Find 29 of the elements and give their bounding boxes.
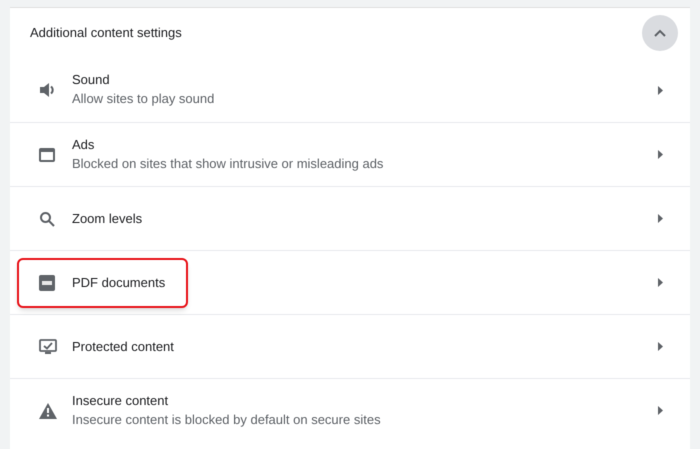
arrow-icon (658, 278, 663, 287)
settings-row[interactable]: Zoom levels (10, 186, 690, 250)
row-subtitle: Insecure content is blocked by default on secure sites (72, 410, 381, 429)
settings-row[interactable]: Sound Allow sites to play sound (10, 58, 690, 122)
row-title: Sound (72, 71, 111, 89)
monitor-check-icon (39, 338, 57, 354)
row-title: PDF documents (72, 274, 166, 292)
row-subtitle: Blocked on sites that show intrusive or misleading ads (72, 154, 384, 173)
row-subtitle: Allow sites to play sound (72, 90, 214, 108)
arrow-icon (658, 406, 663, 415)
arrow-icon (658, 150, 663, 159)
row-title: Ads (72, 136, 96, 154)
collapse-button[interactable] (642, 15, 678, 51)
document-icon (39, 274, 55, 290)
search-icon (39, 210, 55, 226)
chevron-up-icon (654, 29, 666, 37)
settings-row[interactable]: Insecure content Insecure content is blocked by default on secure sites (10, 378, 690, 442)
settings-row[interactable]: Ads Blocked on sites that show intrusive or misleading ads (10, 122, 690, 186)
arrow-icon (658, 214, 663, 223)
section-title: Additional content settings (30, 24, 182, 42)
settings-row[interactable]: PDF documents (10, 250, 690, 314)
window-icon (39, 148, 55, 162)
arrow-icon (658, 342, 663, 351)
row-title: Zoom levels (72, 210, 142, 228)
arrow-icon (658, 86, 663, 94)
settings-row[interactable]: Protected content (10, 314, 690, 378)
warning-icon (39, 402, 57, 418)
row-title: Protected content (72, 338, 174, 356)
row-title: Insecure content (72, 392, 170, 410)
